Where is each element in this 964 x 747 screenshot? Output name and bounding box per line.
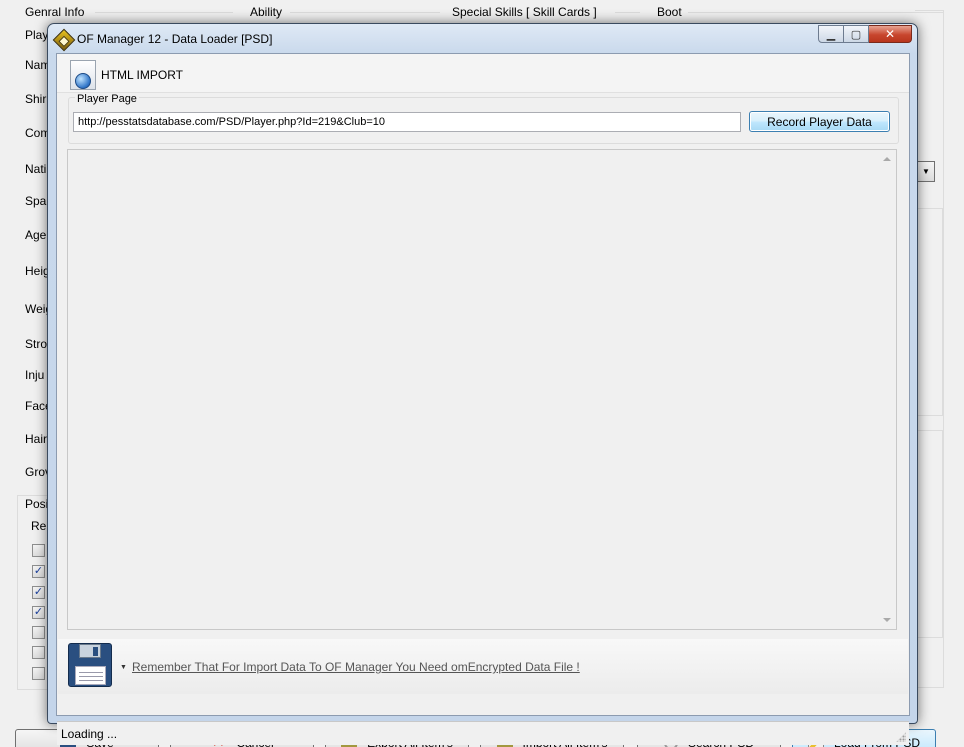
status-bar: Loading ...: [57, 721, 909, 745]
position-checkbox[interactable]: [32, 626, 45, 639]
position-checkbox[interactable]: ✓: [32, 565, 45, 578]
label-strong-foot: Stro: [25, 337, 48, 351]
group-header-ability: Ability: [250, 5, 283, 19]
label-injury: Inju: [25, 368, 45, 382]
record-player-data-button[interactable]: Record Player Data: [749, 111, 890, 132]
group-header-special-skills: Special Skills [ Skill Cards ]: [452, 5, 597, 19]
position-checkbox[interactable]: ✓: [32, 586, 45, 599]
dialog-client-area: HTML IMPORT Player Page Record Player Da…: [56, 53, 910, 745]
data-loader-dialog: OF Manager 12 - Data Loader [PSD] ▁ ▢ ✕ …: [47, 23, 918, 745]
scroll-up-arrow-icon[interactable]: [883, 157, 891, 161]
position-checkbox[interactable]: ✓: [32, 606, 45, 619]
position-checkbox[interactable]: [32, 667, 45, 680]
close-icon: ✕: [884, 27, 896, 41]
player-url-input[interactable]: [73, 112, 741, 132]
dialog-title: OF Manager 12 - Data Loader [PSD]: [77, 32, 273, 46]
maximize-icon: ▢: [850, 28, 862, 41]
close-button[interactable]: ✕: [869, 25, 912, 43]
group-divider: [95, 12, 233, 13]
status-text: Loading ...: [61, 727, 118, 741]
player-page-label: Player Page: [75, 93, 139, 105]
position-checkbox[interactable]: [32, 544, 45, 557]
group-divider: [615, 12, 640, 13]
label-player: Play: [25, 28, 49, 42]
label-age: Age: [25, 228, 47, 242]
position-checkbox[interactable]: [32, 646, 45, 659]
group-header-general-info: Genral Info: [25, 5, 85, 19]
html-content-area[interactable]: [67, 149, 897, 630]
minimize-icon: ▁: [826, 28, 836, 41]
html-import-title: HTML IMPORT: [101, 68, 184, 82]
right-subgroup-frame: [915, 430, 943, 638]
label-shirt: Shir: [25, 92, 47, 106]
app-diamond-icon: [52, 28, 76, 52]
group-divider: [290, 12, 440, 13]
html-import-header: HTML IMPORT: [57, 54, 909, 93]
group-header-position: Posi: [25, 497, 49, 511]
html-document-icon: [70, 60, 96, 90]
resize-grip-icon[interactable]: [896, 732, 906, 742]
label-height: Heig: [25, 264, 50, 278]
label-hair: Hair: [25, 432, 48, 446]
encrypted-file-notice-link[interactable]: Remember That For Import Data To OF Mana…: [132, 660, 580, 674]
globe-icon: [75, 73, 91, 89]
group-divider: [688, 12, 943, 13]
right-subgroup-frame: [915, 208, 943, 416]
vertical-scrollbar[interactable]: [879, 150, 896, 629]
window-controls: ▁ ▢ ✕: [818, 25, 912, 43]
floppy-disk-icon: [68, 643, 112, 687]
notice-bar: ▼ Remember That For Import Data To OF Ma…: [58, 639, 908, 694]
combo-dropdown-arrow-icon[interactable]: ▼: [917, 161, 935, 182]
maximize-button[interactable]: ▢: [844, 25, 869, 43]
minimize-button[interactable]: ▁: [818, 25, 844, 43]
group-header-boot: Boot: [657, 5, 682, 19]
label-spare: Spa: [25, 194, 47, 208]
label-registered-position: Re: [31, 519, 47, 533]
scroll-down-arrow-icon[interactable]: [883, 618, 891, 622]
dialog-titlebar[interactable]: OF Manager 12 - Data Loader [PSD] ▁ ▢ ✕: [48, 24, 917, 53]
dropdown-arrow-icon[interactable]: ▼: [120, 664, 127, 671]
label-nationality: Nati: [25, 162, 47, 176]
